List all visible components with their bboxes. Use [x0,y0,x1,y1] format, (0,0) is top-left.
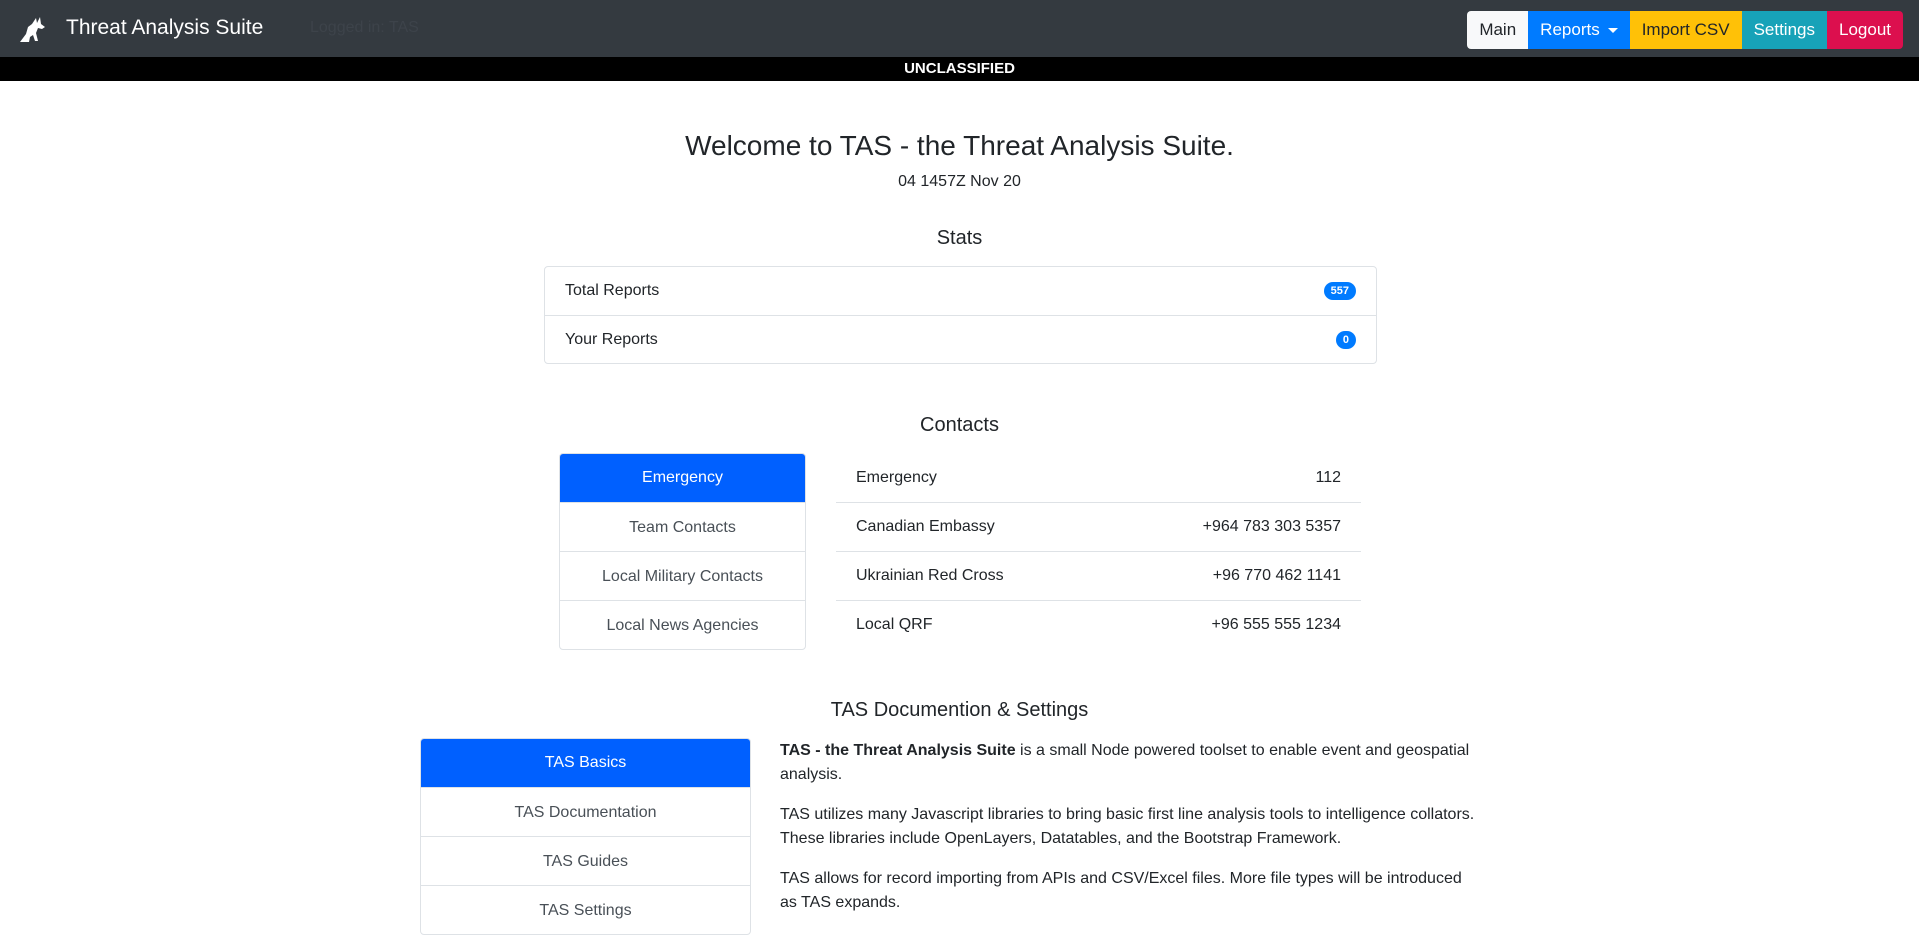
table-row: Canadian Embassy +964 783 303 5357 [836,502,1361,551]
caret-down-icon [1607,27,1618,33]
table-row: Ukrainian Red Cross +96 770 462 1141 [836,551,1361,600]
table-row: Local QRF +96 555 555 1234 [836,600,1361,649]
wolf-logo-icon[interactable] [18,15,48,43]
tab-local-military-contacts[interactable]: Local Military Contacts [560,551,805,600]
reports-button-label: Reports [1540,20,1600,39]
logout-button-label: Logout [1839,20,1891,39]
logout-button[interactable]: Logout [1827,11,1903,49]
stats-label: Your Reports [565,330,658,348]
brand-title[interactable]: Threat Analysis Suite [66,15,263,41]
tab-emergency[interactable]: Emergency [560,454,805,502]
contact-name: Emergency [856,468,937,486]
contact-number: +964 783 303 5357 [1202,518,1341,535]
datetime-group: 04 1457Z Nov 20 [898,173,1021,190]
contacts-tab-list: Emergency Team Contacts Local Military C… [559,453,806,650]
stats-label: Total Reports [565,282,660,299]
docs-content: TAS - the Threat Analysis Suite is a sma… [780,739,1480,931]
tab-tas-settings[interactable]: TAS Settings [421,885,750,934]
stats-row-your-reports: Your Reports 0 [545,315,1376,363]
contacts-table: Emergency 112 Canadian Embassy +964 783 … [836,453,1361,649]
docs-paragraph-1: TAS - the Threat Analysis Suite is a sma… [780,739,1480,787]
stats-row-total-reports: Total Reports 557 [545,267,1376,315]
main-button-label: Main [1479,20,1517,39]
tab-tas-guides[interactable]: TAS Guides [421,836,750,885]
contact-number: 112 [1315,468,1341,486]
tab-local-news-agencies[interactable]: Local News Agencies [560,600,805,649]
logged-in-text: Logged in: TAS [310,19,419,36]
contact-number: +96 770 462 1141 [1212,567,1341,584]
contacts-heading: Contacts [920,414,999,436]
import-csv-label: Import CSV [1641,20,1730,39]
nav-button-group: Main Reports Import CSV Settings Logout [1467,11,1903,49]
docs-paragraph-2: TAS utilizes many Javascript libraries t… [780,806,1475,847]
tab-tas-basics[interactable]: TAS Basics [421,739,750,787]
stats-list: Total Reports 557 Your Reports 0 [544,266,1377,364]
reports-dropdown-button[interactable]: Reports [1528,11,1630,49]
page-title: Welcome to TAS - the Threat Analysis Sui… [685,130,1234,161]
docs-tab-list: TAS Basics TAS Documentation TAS Guides … [420,738,751,935]
contact-name: Ukrainian Red Cross [856,567,1004,584]
classification-banner: UNCLASSIFIED [0,57,1919,81]
main-button[interactable]: Main [1467,11,1529,49]
tab-tas-documentation[interactable]: TAS Documentation [421,787,750,836]
docs-paragraph-3: TAS allows for record importing from API… [780,870,1462,911]
contact-name: Local QRF [856,616,933,633]
import-csv-button[interactable]: Import CSV [1629,11,1742,49]
contact-number: +96 555 555 1234 [1211,616,1341,633]
tab-team-contacts[interactable]: Team Contacts [560,502,805,551]
stats-heading: Stats [936,227,983,249]
settings-button[interactable]: Settings [1741,11,1827,49]
contact-name: Canadian Embassy [856,518,995,535]
settings-button-label: Settings [1753,20,1815,39]
docs-heading: TAS Documention & Settings [830,699,1089,721]
top-navbar: Threat Analysis Suite Logged in: TAS Mai… [0,0,1919,57]
your-reports-badge: 0 [1335,330,1356,349]
docs-strong-title: TAS - the Threat Analysis Suite [780,742,1016,759]
total-reports-badge: 557 [1323,282,1356,300]
table-row: Emergency 112 [836,453,1361,502]
